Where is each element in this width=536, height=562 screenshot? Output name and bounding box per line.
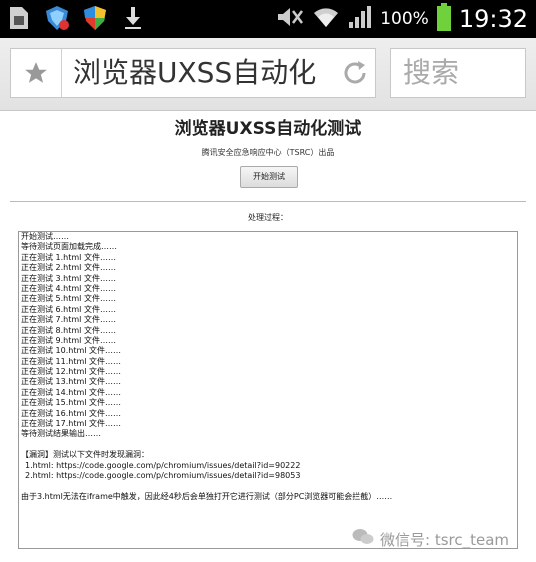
- log-line: 开始测试……: [21, 232, 69, 241]
- sim-card-icon: [6, 4, 32, 32]
- log-line: 正在测试 15.html 文件……: [21, 398, 122, 408]
- vuln-item: 1.html: https://code.google.com/p/chromi…: [25, 460, 301, 470]
- log-line: 正在测试 6.html 文件……: [21, 304, 116, 314]
- log-line: 正在测试 13.html 文件……: [21, 377, 122, 387]
- battery-percent: 100%: [380, 9, 429, 29]
- log-line: 正在测试 10.html 文件……: [21, 346, 122, 356]
- security-shield-icon: [82, 4, 108, 32]
- process-label: 处理过程：: [248, 213, 288, 222]
- log-note: 由于3.html无法在iframe中触发，因此经4秒后会单独打开它进行测试（部分…: [21, 491, 393, 501]
- search-box[interactable]: 搜索: [390, 48, 526, 98]
- watermark: 微信号: tsrc_team: [352, 528, 509, 550]
- url-text[interactable]: 浏览器UXSS自动化: [73, 49, 335, 97]
- reload-icon[interactable]: [337, 55, 373, 91]
- notification-icons: [6, 4, 146, 32]
- system-tray: 100% 19:32: [276, 0, 528, 38]
- log-line: 正在测试 1.html 文件……: [21, 252, 116, 262]
- log-lines: 开始测试…… 等待测试页面加载完成…… 正在测试 1.html 文件…… 正在测试 2…: [19, 232, 517, 440]
- browser-toolbar: 浏览器UXSS自动化 搜索: [0, 38, 536, 111]
- log-line: 正在测试 2.html 文件……: [21, 263, 116, 273]
- shield-icon: [44, 4, 70, 32]
- log-line: 正在测试 4.html 文件……: [21, 283, 116, 293]
- page-subtitle: 腾讯安全应急响应中心（TSRC）出品: [201, 148, 335, 157]
- clock: 19:32: [458, 5, 528, 33]
- vuln-header: 【漏洞】测试以下文件时发现漏洞：: [21, 450, 149, 460]
- divider: [10, 201, 526, 202]
- status-bar: 100% 19:32: [0, 0, 536, 38]
- signal-icon: [348, 5, 372, 33]
- log-line: 正在测试 16.html 文件……: [21, 408, 122, 418]
- log-line: 正在测试 14.html 文件……: [21, 387, 122, 397]
- bookmark-star-icon[interactable]: [11, 49, 62, 97]
- download-icon: [120, 4, 146, 32]
- log-output: 开始测试…… 等待测试页面加载完成…… 正在测试 1.html 文件…… 正在测试 2…: [18, 231, 518, 549]
- log-line: 正在测试 3.html 文件……: [21, 273, 116, 283]
- page-title: 浏览器UXSS自动化测试: [174, 119, 362, 139]
- log-line: 正在测试 7.html 文件……: [21, 315, 116, 325]
- log-line: 正在测试 12.html 文件……: [21, 367, 122, 377]
- start-test-button[interactable]: 开始测试: [240, 166, 298, 188]
- log-line: 正在测试 9.html 文件……: [21, 335, 116, 345]
- log-line: 正在测试 8.html 文件……: [21, 325, 116, 335]
- vuln-item: 2.html: https://code.google.com/p/chromi…: [25, 471, 301, 481]
- watermark-text: 微信号: tsrc_team: [380, 530, 510, 549]
- mute-icon: [276, 6, 304, 32]
- wifi-icon: [312, 5, 340, 33]
- log-line: 正在测试 5.html 文件……: [21, 294, 116, 304]
- log-line: 等待测试结果输出……: [21, 429, 101, 439]
- log-line: 等待测试页面加载完成……: [21, 242, 117, 252]
- wechat-icon: [352, 528, 374, 550]
- battery-icon: [436, 3, 451, 35]
- log-line: 正在测试 17.html 文件……: [21, 419, 122, 429]
- address-bar[interactable]: 浏览器UXSS自动化: [10, 48, 376, 98]
- log-line: 正在测试 11.html 文件……: [21, 356, 122, 366]
